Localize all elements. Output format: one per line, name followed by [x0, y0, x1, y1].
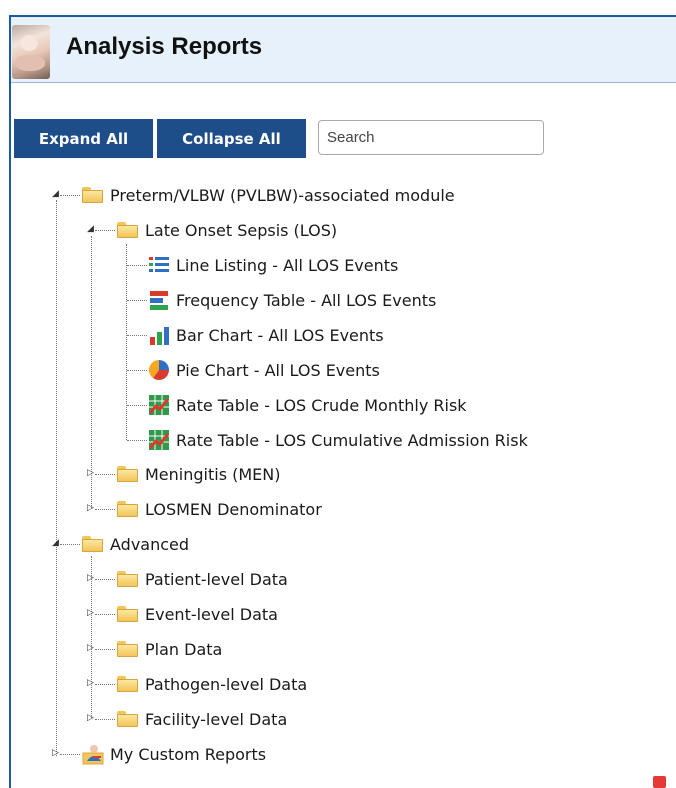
folder-icon	[117, 501, 138, 517]
folder-icon	[117, 676, 138, 692]
report-bar-chart[interactable]: Bar Chart - All LOS Events	[148, 322, 384, 348]
expand-toggle-icon[interactable]: ▷	[87, 608, 95, 618]
tree-connector	[127, 300, 147, 301]
tree-node-label: Advanced	[110, 534, 190, 554]
report-frequency-table[interactable]: Frequency Table - All LOS Events	[148, 287, 436, 313]
tree-connector	[127, 335, 147, 336]
tree-node-label: Facility-level Data	[145, 709, 288, 729]
tree-connector	[60, 195, 80, 196]
tree-node-pathogen-level-data[interactable]: Pathogen-level Data	[117, 671, 307, 697]
tree-node-label: Late Onset Sepsis (LOS)	[145, 220, 338, 240]
report-pie-chart[interactable]: Pie Chart - All LOS Events	[148, 357, 380, 383]
report-label: Bar Chart - All LOS Events	[176, 325, 384, 345]
expand-toggle-icon[interactable]: ▷	[87, 573, 95, 583]
tree-node-los[interactable]: Late Onset Sepsis (LOS)	[117, 217, 337, 243]
expand-all-button[interactable]: Expand All	[14, 119, 153, 158]
tree-node-label: Event-level Data	[145, 604, 278, 624]
collapse-toggle-icon[interactable]: ◢	[52, 189, 60, 199]
tree-connector	[60, 544, 80, 545]
expand-toggle-icon[interactable]: ▷	[87, 713, 95, 723]
tree-connector	[95, 474, 115, 475]
rate-table-icon	[148, 394, 170, 416]
collapse-all-button[interactable]: Collapse All	[157, 119, 306, 158]
tree-node-label: Plan Data	[145, 639, 223, 659]
custom-report-person-icon	[82, 743, 104, 765]
bar-chart-icon	[148, 324, 170, 346]
tree-node-label: Pathogen-level Data	[145, 674, 308, 694]
tree-node-men[interactable]: Meningitis (MEN)	[117, 461, 280, 487]
nurse-baby-logo-icon	[12, 25, 50, 79]
tree-node-advanced[interactable]: Advanced	[82, 531, 189, 557]
folder-icon	[117, 466, 138, 482]
tree-node-label: LOSMEN Denominator	[145, 499, 322, 519]
expand-toggle-icon[interactable]: ▷	[52, 748, 60, 758]
tree-guide-line	[56, 200, 57, 756]
tree-guide-line	[126, 244, 127, 440]
tree-node-patient-level-data[interactable]: Patient-level Data	[117, 566, 288, 592]
expand-toggle-icon[interactable]: ▷	[87, 678, 95, 688]
collapse-toggle-icon[interactable]: ◢	[87, 224, 95, 234]
tree-node-my-custom-reports[interactable]: My Custom Reports	[82, 741, 266, 767]
tree-connector	[95, 614, 115, 615]
tree-node-pvlbw[interactable]: Preterm/VLBW (PVLBW)-associated module	[82, 182, 455, 208]
notification-badge	[653, 776, 666, 788]
pie-chart-icon	[148, 359, 170, 381]
folder-icon	[82, 187, 103, 203]
report-label: Pie Chart - All LOS Events	[176, 360, 380, 380]
folder-icon	[82, 536, 103, 552]
tree-connector	[95, 579, 115, 580]
search-input[interactable]	[318, 120, 544, 155]
tree-node-plan-data[interactable]: Plan Data	[117, 636, 222, 662]
folder-icon	[117, 222, 138, 238]
folder-icon	[117, 641, 138, 657]
report-label: Rate Table - LOS Crude Monthly Risk	[176, 395, 467, 415]
tree-connector	[127, 265, 147, 266]
tree-node-label: Meningitis (MEN)	[145, 464, 281, 484]
folder-icon	[117, 606, 138, 622]
tree-node-label: My Custom Reports	[110, 744, 267, 764]
report-line-listing[interactable]: Line Listing - All LOS Events	[148, 252, 398, 278]
tree-connector	[127, 370, 147, 371]
panel-header: Analysis Reports	[11, 17, 676, 83]
tree-connector	[95, 719, 115, 720]
folder-icon	[117, 711, 138, 727]
tree-node-losmen[interactable]: LOSMEN Denominator	[117, 496, 322, 522]
tree-node-facility-level-data[interactable]: Facility-level Data	[117, 706, 287, 732]
folder-icon	[117, 571, 138, 587]
report-label: Frequency Table - All LOS Events	[176, 290, 437, 310]
tree-connector	[95, 509, 115, 510]
tree-connector	[60, 754, 80, 755]
tree-node-label: Preterm/VLBW (PVLBW)-associated module	[110, 185, 455, 205]
report-label: Rate Table - LOS Cumulative Admission Ri…	[176, 430, 528, 450]
tree-connector	[95, 649, 115, 650]
tree-connector	[95, 230, 115, 231]
expand-toggle-icon[interactable]: ▷	[87, 468, 95, 478]
collapse-toggle-icon[interactable]: ◢	[52, 538, 60, 548]
expand-toggle-icon[interactable]: ▷	[87, 503, 95, 513]
tree-node-label: Patient-level Data	[145, 569, 288, 589]
report-rate-table-cumulative[interactable]: Rate Table - LOS Cumulative Admission Ri…	[148, 427, 528, 453]
rate-table-icon	[148, 429, 170, 451]
line-listing-icon	[148, 254, 170, 276]
report-rate-table-monthly[interactable]: Rate Table - LOS Crude Monthly Risk	[148, 392, 467, 418]
frequency-table-icon	[148, 289, 170, 311]
tree-connector	[95, 684, 115, 685]
tree-connector	[127, 440, 147, 441]
report-label: Line Listing - All LOS Events	[176, 255, 399, 275]
tree-connector	[127, 405, 147, 406]
page-title: Analysis Reports	[66, 33, 263, 60]
tree-node-event-level-data[interactable]: Event-level Data	[117, 601, 278, 627]
expand-toggle-icon[interactable]: ▷	[87, 643, 95, 653]
